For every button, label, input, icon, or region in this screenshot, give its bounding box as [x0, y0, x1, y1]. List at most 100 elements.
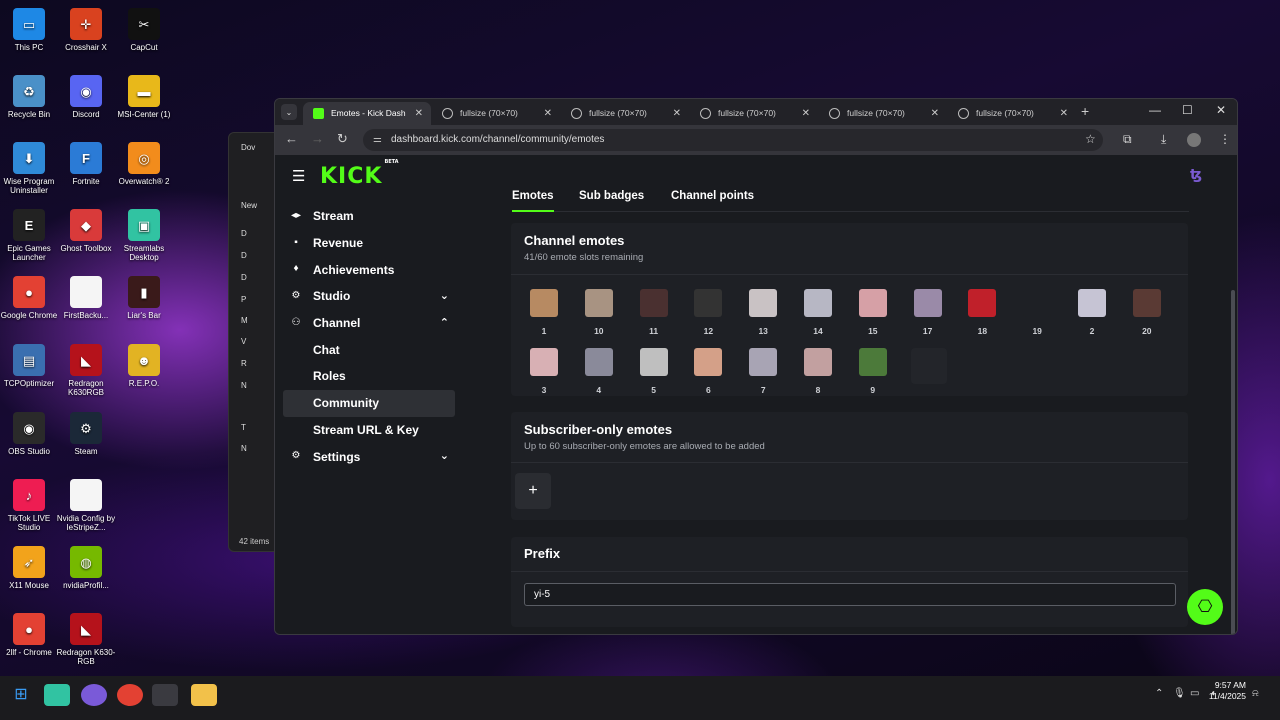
tray-overflow-icon[interactable]: ⌃	[1155, 688, 1163, 699]
prefix-input[interactable]: yi-5	[524, 583, 1176, 606]
sidebar-item-stream-url-key[interactable]: Stream URL & Key	[283, 417, 455, 444]
start-button[interactable]: ⊞	[8, 684, 34, 706]
desktop-icon[interactable]: ▣ Streamlabs Desktop	[113, 209, 175, 262]
explorer-row[interactable]: R	[241, 359, 247, 368]
desktop-icon[interactable]: ▬ MSI-Center (1)	[113, 75, 175, 119]
desktop-icon[interactable]: ◉ Discord	[55, 75, 117, 119]
explorer-row[interactable]: New	[241, 201, 257, 210]
close-tab-icon[interactable]: ✕	[673, 102, 681, 125]
emote-item[interactable]: 8	[798, 348, 838, 400]
emote-item[interactable]: 9	[853, 348, 893, 400]
emote-item[interactable]: 18	[962, 289, 1002, 341]
downloads-icon[interactable]: ⤓	[1161, 132, 1166, 147]
system-clock[interactable]: 9:57 AM 11/4/2025	[1209, 680, 1246, 702]
explorer-row[interactable]: D	[241, 251, 247, 260]
bookmark-star-icon[interactable]: ☆	[1085, 132, 1096, 146]
tab[interactable]: fullsize (70×70) ✕	[690, 102, 818, 125]
tab-sub-badges[interactable]: Sub badges	[579, 190, 644, 202]
support-chat-button[interactable]: ⎔	[1187, 589, 1223, 625]
desktop-icon[interactable]: ◆ Ghost Toolbox	[55, 209, 117, 253]
sidebar-item-chat[interactable]: Chat	[283, 336, 455, 363]
desktop-icon[interactable]: E Epic Games Launcher	[0, 209, 60, 262]
explorer-row[interactable]: D	[241, 273, 247, 282]
add-subscriber-emote-button[interactable]: +	[515, 473, 551, 509]
kick-logo[interactable]: KICKBETA	[320, 159, 399, 189]
sidebar-item-achievements[interactable]: ♦ Achievements	[283, 256, 455, 283]
explorer-row[interactable]: P	[241, 295, 246, 304]
site-info-icon[interactable]: ⚌	[373, 129, 382, 151]
explorer-row[interactable]: D	[241, 229, 247, 238]
emote-item[interactable]: 6	[688, 348, 728, 400]
emote-item[interactable]: 7	[743, 348, 783, 400]
chevron-down-icon[interactable]: ⌄	[440, 283, 449, 310]
emote-item[interactable]: 15	[853, 289, 893, 341]
forward-icon[interactable]: →	[311, 131, 324, 146]
desktop-icon[interactable]: ◣ Redragon K630RGB	[55, 344, 117, 397]
tab-search-icon[interactable]: ⌄	[281, 104, 297, 120]
chrome-active-taskbar-icon[interactable]	[152, 684, 178, 706]
reload-icon[interactable]: ↻	[337, 131, 348, 147]
tab[interactable]: fullsize (70×70) ✕	[432, 102, 560, 125]
extensions-icon[interactable]: ⧉	[1123, 132, 1132, 147]
desktop-icon[interactable]: ◉ OBS Studio	[0, 412, 60, 456]
desktop-icon[interactable]: ▤ TCPOptimizer	[0, 344, 60, 388]
explorer-row[interactable]: Dov	[241, 143, 255, 152]
explorer-row[interactable]: T	[241, 423, 246, 432]
address-bar[interactable]: ⚌ dashboard.kick.com/channel/community/e…	[363, 129, 1103, 151]
desktop-icon[interactable]: ◣ Redragon K630-RGB	[55, 613, 117, 666]
desktop-icon[interactable]: ⚙ Steam	[55, 412, 117, 456]
tab[interactable]: fullsize (70×70) ✕	[819, 102, 947, 125]
streamlabs-taskbar-icon[interactable]	[44, 684, 70, 706]
desktop-icon[interactable]: ⬇ Wise Program Uninstaller	[0, 142, 60, 195]
desktop-icon[interactable]: Nvidia Config by IeStripeZ...	[55, 479, 117, 532]
new-tab-button[interactable]: +	[1081, 103, 1089, 119]
tab[interactable]: fullsize (70×70) ✕	[948, 102, 1076, 125]
chrome-taskbar-icon[interactable]	[117, 684, 143, 706]
desktop-icon[interactable]: ✛ Crosshair X	[55, 8, 117, 52]
file-explorer-taskbar-icon[interactable]	[191, 684, 217, 706]
emote-item[interactable]: 1	[524, 289, 564, 341]
desktop-icon[interactable]: ● Google Chrome	[0, 276, 60, 320]
microphone-icon[interactable]: 🎙	[1173, 688, 1186, 699]
sidebar-item-stream[interactable]: ◂▸ Stream	[283, 203, 455, 230]
close-tab-icon[interactable]: ✕	[931, 102, 939, 125]
emote-item[interactable]: 17	[908, 289, 948, 341]
emote-item[interactable]: 20	[1127, 289, 1167, 341]
sidebar-item-roles[interactable]: Roles	[283, 363, 455, 390]
emote-item[interactable]: 19	[1017, 289, 1057, 341]
emote-item[interactable]: 4	[579, 348, 619, 400]
emote-item[interactable]: 12	[688, 289, 728, 341]
close-tab-icon[interactable]: ✕	[544, 102, 552, 125]
desktop-icon[interactable]: ✂ CapCut	[113, 8, 175, 52]
emote-item[interactable]: 14	[798, 289, 838, 341]
desktop-icon[interactable]: F Fortnite	[55, 142, 117, 186]
emote-item[interactable]: 11	[634, 289, 674, 341]
sidebar-item-community[interactable]: Community	[283, 389, 455, 417]
sidebar-item-settings[interactable]: ⚙ Settings ⌄	[283, 443, 455, 470]
desktop-icon[interactable]: ▭ This PC	[0, 8, 60, 52]
page-scrollbar[interactable]	[1231, 290, 1235, 634]
tab-active[interactable]: Emotes - Kick Dash ✕	[303, 102, 431, 125]
add-emote-button[interactable]	[911, 348, 947, 384]
desktop-icon[interactable]: ◍ nvidiaProfil...	[55, 546, 117, 590]
sidebar-item-studio[interactable]: ⚙ Studio ⌄	[283, 283, 455, 310]
hamburger-menu-icon[interactable]: ☰	[292, 167, 305, 185]
maximize-icon[interactable]: ☐	[1182, 103, 1193, 117]
desktop-icon[interactable]: ♪ TikTok LIVE Studio	[0, 479, 60, 532]
tab-channel-points[interactable]: Channel points	[671, 190, 754, 202]
explorer-row[interactable]: M	[241, 316, 248, 325]
emote-item[interactable]: 2	[1072, 289, 1112, 341]
desktop-icon[interactable]: ♻ Recycle Bin	[0, 75, 60, 119]
close-tab-icon[interactable]: ✕	[802, 102, 810, 125]
desktop-icon[interactable]: ◎ Overwatch® 2	[113, 142, 175, 186]
emote-item[interactable]: 13	[743, 289, 783, 341]
emote-item[interactable]: 5	[634, 348, 674, 400]
desktop-icon[interactable]: ☻ R.E.P.O.	[113, 344, 175, 388]
app-taskbar-icon[interactable]	[81, 684, 107, 706]
explorer-row[interactable]: N	[241, 444, 247, 453]
notifications-icon[interactable]: ⍾	[1252, 688, 1259, 699]
chevron-down-icon[interactable]: ⌄	[440, 443, 449, 470]
sidebar-item-channel[interactable]: ⚇ Channel ⌃	[283, 310, 455, 337]
desktop-icon[interactable]: ● 2llf - Chrome	[0, 613, 60, 657]
emote-item[interactable]: 3	[524, 348, 564, 400]
